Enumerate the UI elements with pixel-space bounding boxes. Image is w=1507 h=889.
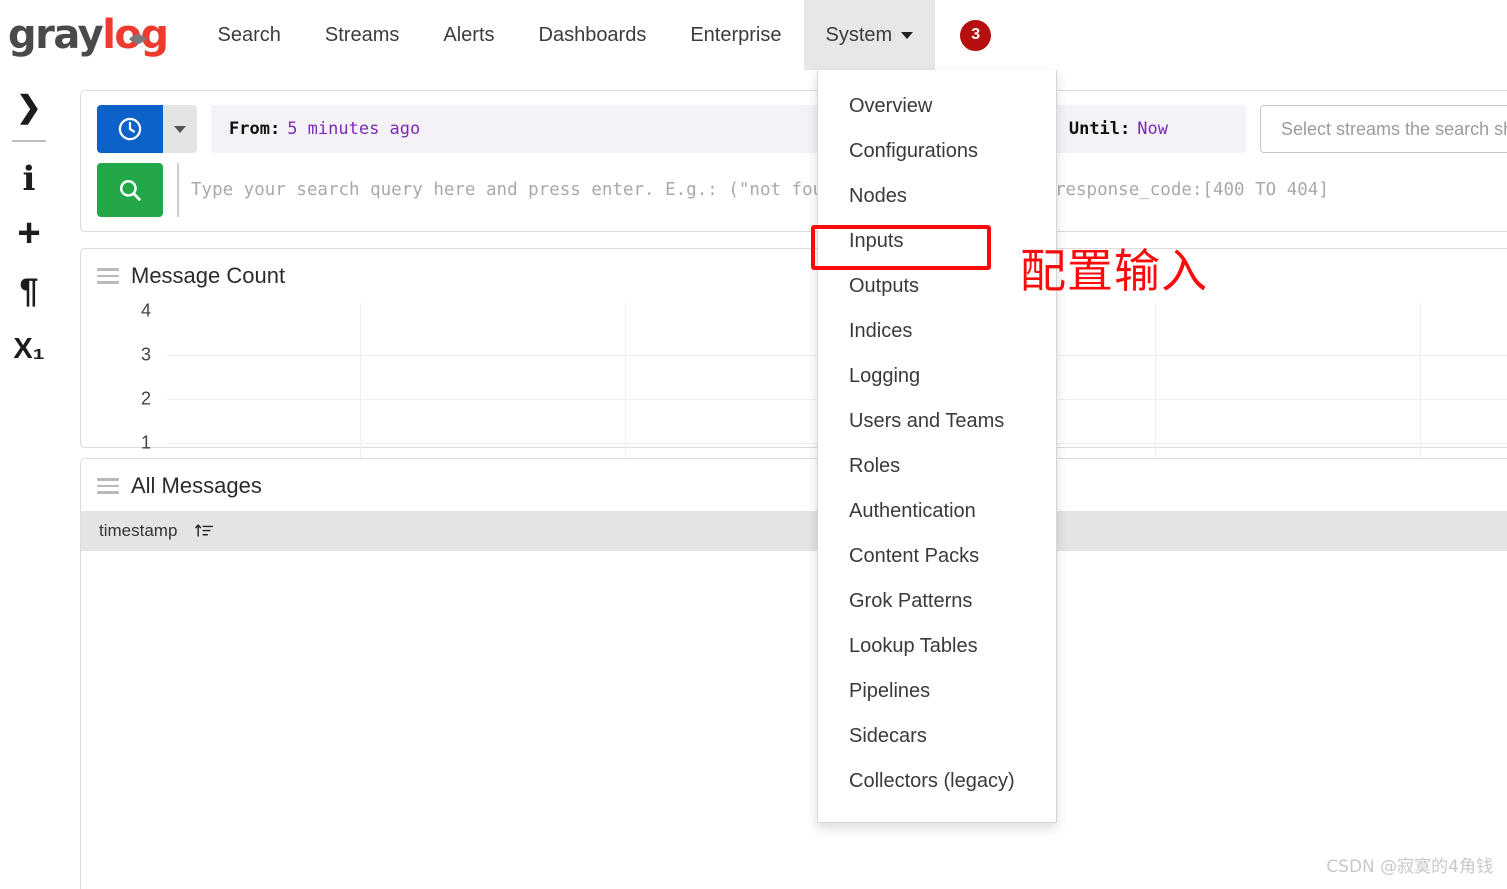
until-value: Now: [1137, 119, 1168, 139]
stream-selector[interactable]: Select streams the search should include…: [1260, 105, 1507, 153]
message-count-widget: Message Count 4 3 2 1 0: [80, 248, 1507, 448]
top-navbar: graylog Search Streams Alerts Dashboards…: [0, 0, 1507, 70]
clock-icon: [117, 116, 143, 142]
message-count-header: Message Count: [81, 249, 1507, 293]
menu-item-lookup-tables[interactable]: Lookup Tables: [818, 624, 1056, 669]
search-submit-button[interactable]: [97, 163, 163, 217]
menu-item-pipelines[interactable]: Pipelines: [818, 669, 1056, 714]
notification-badge[interactable]: 3: [960, 20, 991, 51]
left-icon-rail: ❯ i + ¶ X₁: [0, 70, 58, 889]
all-messages-widget: All Messages timestamp: [80, 458, 1507, 889]
drag-handle-icon[interactable]: [97, 268, 119, 284]
message-count-title: Message Count: [131, 263, 285, 289]
menu-item-users-and-teams[interactable]: Users and Teams: [818, 399, 1056, 444]
menu-item-logging[interactable]: Logging: [818, 354, 1056, 399]
csdn-watermark: CSDN @寂寞的4角钱: [1326, 852, 1493, 877]
time-range-dropdown-toggle[interactable]: [163, 105, 197, 153]
graylog-app-window: graylog Search Streams Alerts Dashboards…: [0, 0, 1507, 889]
pilcrow-icon[interactable]: ¶: [6, 268, 52, 314]
all-messages-title: All Messages: [131, 473, 262, 499]
time-range-preset-button[interactable]: [97, 105, 163, 153]
y-tick-4: 4: [133, 301, 151, 322]
menu-item-configurations[interactable]: Configurations: [818, 129, 1056, 174]
system-dropdown-menu: Overview Configurations Nodes Inputs Out…: [817, 70, 1057, 823]
messages-table-header: timestamp: [81, 511, 1507, 551]
y-tick-2: 2: [133, 389, 151, 410]
nav-item-dashboards[interactable]: Dashboards: [517, 0, 669, 70]
nav-item-streams[interactable]: Streams: [303, 0, 421, 70]
menu-item-collectors-legacy[interactable]: Collectors (legacy): [818, 759, 1056, 804]
chevron-down-icon: [174, 126, 186, 133]
from-value: 5 minutes ago: [287, 119, 420, 139]
nav-item-system[interactable]: System: [804, 0, 936, 70]
menu-item-indices[interactable]: Indices: [818, 309, 1056, 354]
logo-text-gray: gray: [8, 15, 102, 55]
time-range-from: From: 5 minutes ago: [229, 119, 420, 139]
nav-item-system-label: System: [826, 24, 893, 47]
time-range-until: Until: Now: [1069, 119, 1168, 139]
query-row: Type your search query here and press en…: [97, 163, 1507, 217]
nav-item-search[interactable]: Search: [196, 0, 303, 70]
search-bar-panel: From: 5 minutes ago Until: Now Select st…: [80, 90, 1507, 232]
time-range-row: From: 5 minutes ago Until: Now Select st…: [97, 105, 1507, 153]
info-icon[interactable]: i: [6, 156, 52, 202]
until-label: Until: [1069, 119, 1120, 139]
menu-item-grok-patterns[interactable]: Grok Patterns: [818, 579, 1056, 624]
graylog-logo[interactable]: graylog: [8, 15, 168, 55]
y-tick-1: 1: [133, 433, 151, 454]
chevron-right-icon[interactable]: ❯: [6, 84, 52, 130]
menu-item-overview[interactable]: Overview: [818, 84, 1056, 129]
menu-item-authentication[interactable]: Authentication: [818, 489, 1056, 534]
menu-item-nodes[interactable]: Nodes: [818, 174, 1056, 219]
all-messages-header: All Messages: [81, 459, 1507, 503]
nav-item-alerts[interactable]: Alerts: [421, 0, 516, 70]
search-icon: [117, 177, 143, 203]
annotation-note: 配置输入: [1020, 248, 1208, 294]
menu-item-roles[interactable]: Roles: [818, 444, 1056, 489]
column-header-timestamp[interactable]: timestamp: [99, 521, 177, 541]
nav-item-enterprise[interactable]: Enterprise: [668, 0, 803, 70]
logo-mark-icon: [127, 28, 149, 50]
time-range-display[interactable]: From: 5 minutes ago Until: Now: [211, 105, 1246, 153]
main-content: From: 5 minutes ago Until: Now Select st…: [58, 70, 1507, 889]
from-label: From: [229, 119, 270, 139]
sort-icon[interactable]: [193, 521, 215, 541]
menu-item-content-packs[interactable]: Content Packs: [818, 534, 1056, 579]
nav-items: Search Streams Alerts Dashboards Enterpr…: [196, 0, 936, 70]
drag-handle-icon[interactable]: [97, 478, 119, 494]
subscript-x-icon[interactable]: X₁: [6, 326, 52, 372]
rail-divider: [12, 140, 46, 142]
menu-item-sidecars[interactable]: Sidecars: [818, 714, 1056, 759]
chevron-down-icon: [901, 32, 913, 39]
plus-icon[interactable]: +: [6, 210, 52, 256]
y-tick-3: 3: [133, 345, 151, 366]
